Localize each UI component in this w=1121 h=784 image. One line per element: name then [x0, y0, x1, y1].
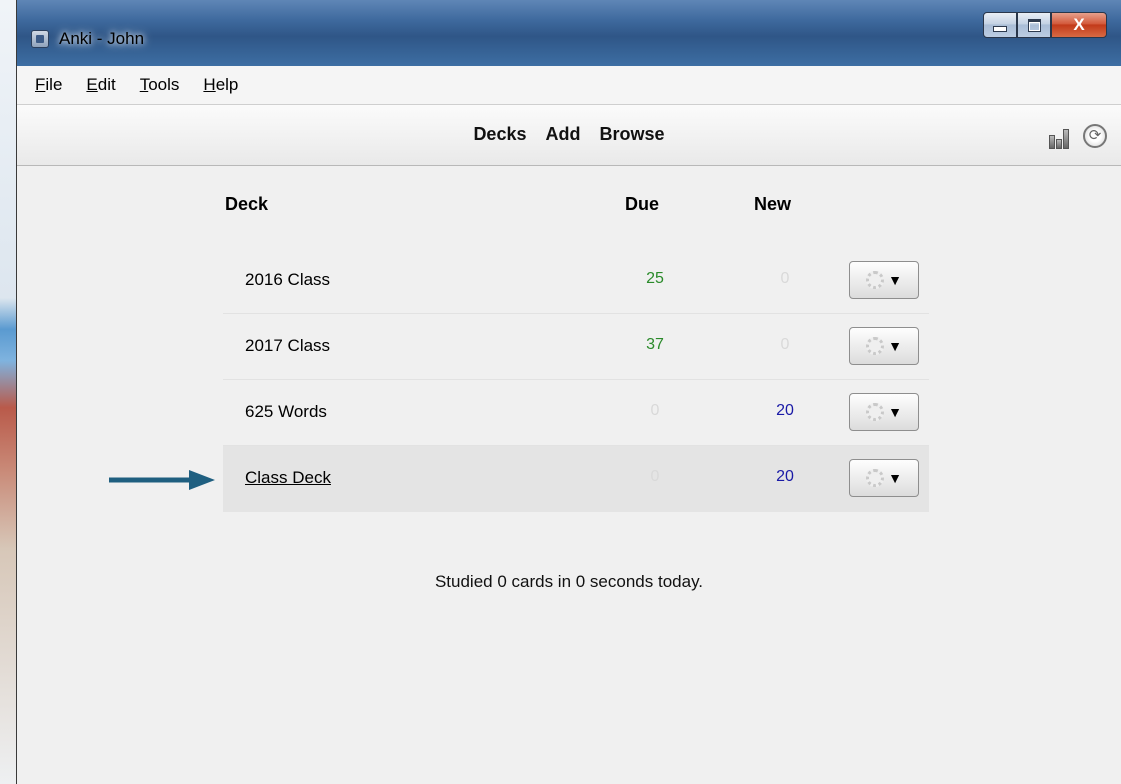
- deck-new-count: 0: [780, 336, 790, 353]
- due-column-header: Due: [625, 194, 660, 214]
- menu-help-accelerator: H: [203, 75, 216, 94]
- study-summary: Studied 0 cards in 0 seconds today.: [434, 572, 704, 591]
- menu-help[interactable]: Help: [199, 73, 242, 97]
- maximize-icon: [1027, 18, 1041, 32]
- deck-name-link[interactable]: 2016 Class: [245, 270, 330, 290]
- deck-new-count: 20: [776, 402, 794, 419]
- deck-column-header: Deck: [225, 194, 269, 214]
- deck-due-count: 0: [650, 468, 660, 485]
- deck-row-current: Class Deck 0 20 ▼: [223, 446, 929, 512]
- deck-due-count: 25: [646, 270, 664, 287]
- close-button[interactable]: X: [1051, 12, 1107, 38]
- deck-due-count: 0: [650, 402, 660, 419]
- deck-name-link[interactable]: Class Deck: [245, 468, 331, 488]
- window-title: Anki - John: [59, 29, 145, 48]
- menu-edit-label: dit: [97, 75, 116, 94]
- deck-options-button[interactable]: ▼: [849, 261, 919, 299]
- menu-tools-accelerator: T: [139, 75, 149, 94]
- stats-icon[interactable]: [1049, 127, 1075, 149]
- deck-options-button[interactable]: ▼: [849, 393, 919, 431]
- sync-icon[interactable]: ⟳: [1083, 124, 1107, 148]
- minimize-icon: [993, 26, 1007, 32]
- close-icon: X: [1073, 15, 1085, 34]
- toolbar-decks-link[interactable]: Decks: [473, 124, 526, 144]
- main-toolbar: Decks Add Browse ⟳: [17, 105, 1121, 166]
- menu-edit-accelerator: E: [86, 75, 98, 94]
- deck-browser: Deck Due New 2016 Class 25 0 ▼ 2017 Clas…: [17, 166, 1121, 784]
- menu-file-label: ile: [45, 75, 63, 94]
- anki-app-icon[interactable]: [31, 30, 49, 48]
- caret-down-icon: ▼: [888, 404, 902, 420]
- gear-icon: [866, 403, 885, 421]
- menu-tools[interactable]: Tools: [136, 73, 184, 97]
- new-column-header: New: [754, 194, 792, 214]
- deck-due-count: 37: [646, 336, 664, 353]
- menu-help-label: elp: [215, 75, 239, 94]
- caret-down-icon: ▼: [888, 470, 902, 486]
- toolbar-add-link[interactable]: Add: [546, 124, 581, 144]
- caret-down-icon: ▼: [888, 272, 902, 288]
- annotation-arrow-icon: [109, 470, 215, 490]
- deck-new-count: 0: [780, 270, 790, 287]
- gear-icon: [866, 469, 885, 487]
- menu-file-accelerator: F: [35, 75, 46, 94]
- menu-edit[interactable]: Edit: [82, 73, 119, 97]
- minimize-button[interactable]: [983, 12, 1017, 38]
- desktop-background: [0, 0, 16, 784]
- deck-name-link[interactable]: 625 Words: [245, 402, 327, 422]
- caret-down-icon: ▼: [888, 338, 902, 354]
- menu-bar: File Edit Tools Help: [17, 66, 1121, 105]
- deck-row: 2017 Class 37 0 ▼: [223, 314, 929, 380]
- deck-new-count: 20: [776, 468, 794, 485]
- deck-options-button[interactable]: ▼: [849, 327, 919, 365]
- deck-options-button[interactable]: ▼: [849, 459, 919, 497]
- toolbar-nav: Decks Add Browse: [17, 124, 1121, 145]
- gear-icon: [866, 271, 885, 289]
- menu-file[interactable]: File: [31, 73, 66, 97]
- deck-name-link[interactable]: 2017 Class: [245, 336, 330, 356]
- menu-tools-label: ools: [148, 75, 180, 94]
- gear-icon: [866, 337, 885, 355]
- deck-row: 2016 Class 25 0 ▼: [223, 248, 929, 314]
- title-bar[interactable]: Anki - John X: [17, 0, 1121, 66]
- maximize-button[interactable]: [1017, 12, 1051, 38]
- toolbar-browse-link[interactable]: Browse: [600, 124, 665, 144]
- anki-window: Anki - John X File Edit Tools Help Decks…: [16, 0, 1121, 784]
- window-controls: X: [983, 12, 1107, 38]
- deck-row: 625 Words 0 20 ▼: [223, 380, 929, 446]
